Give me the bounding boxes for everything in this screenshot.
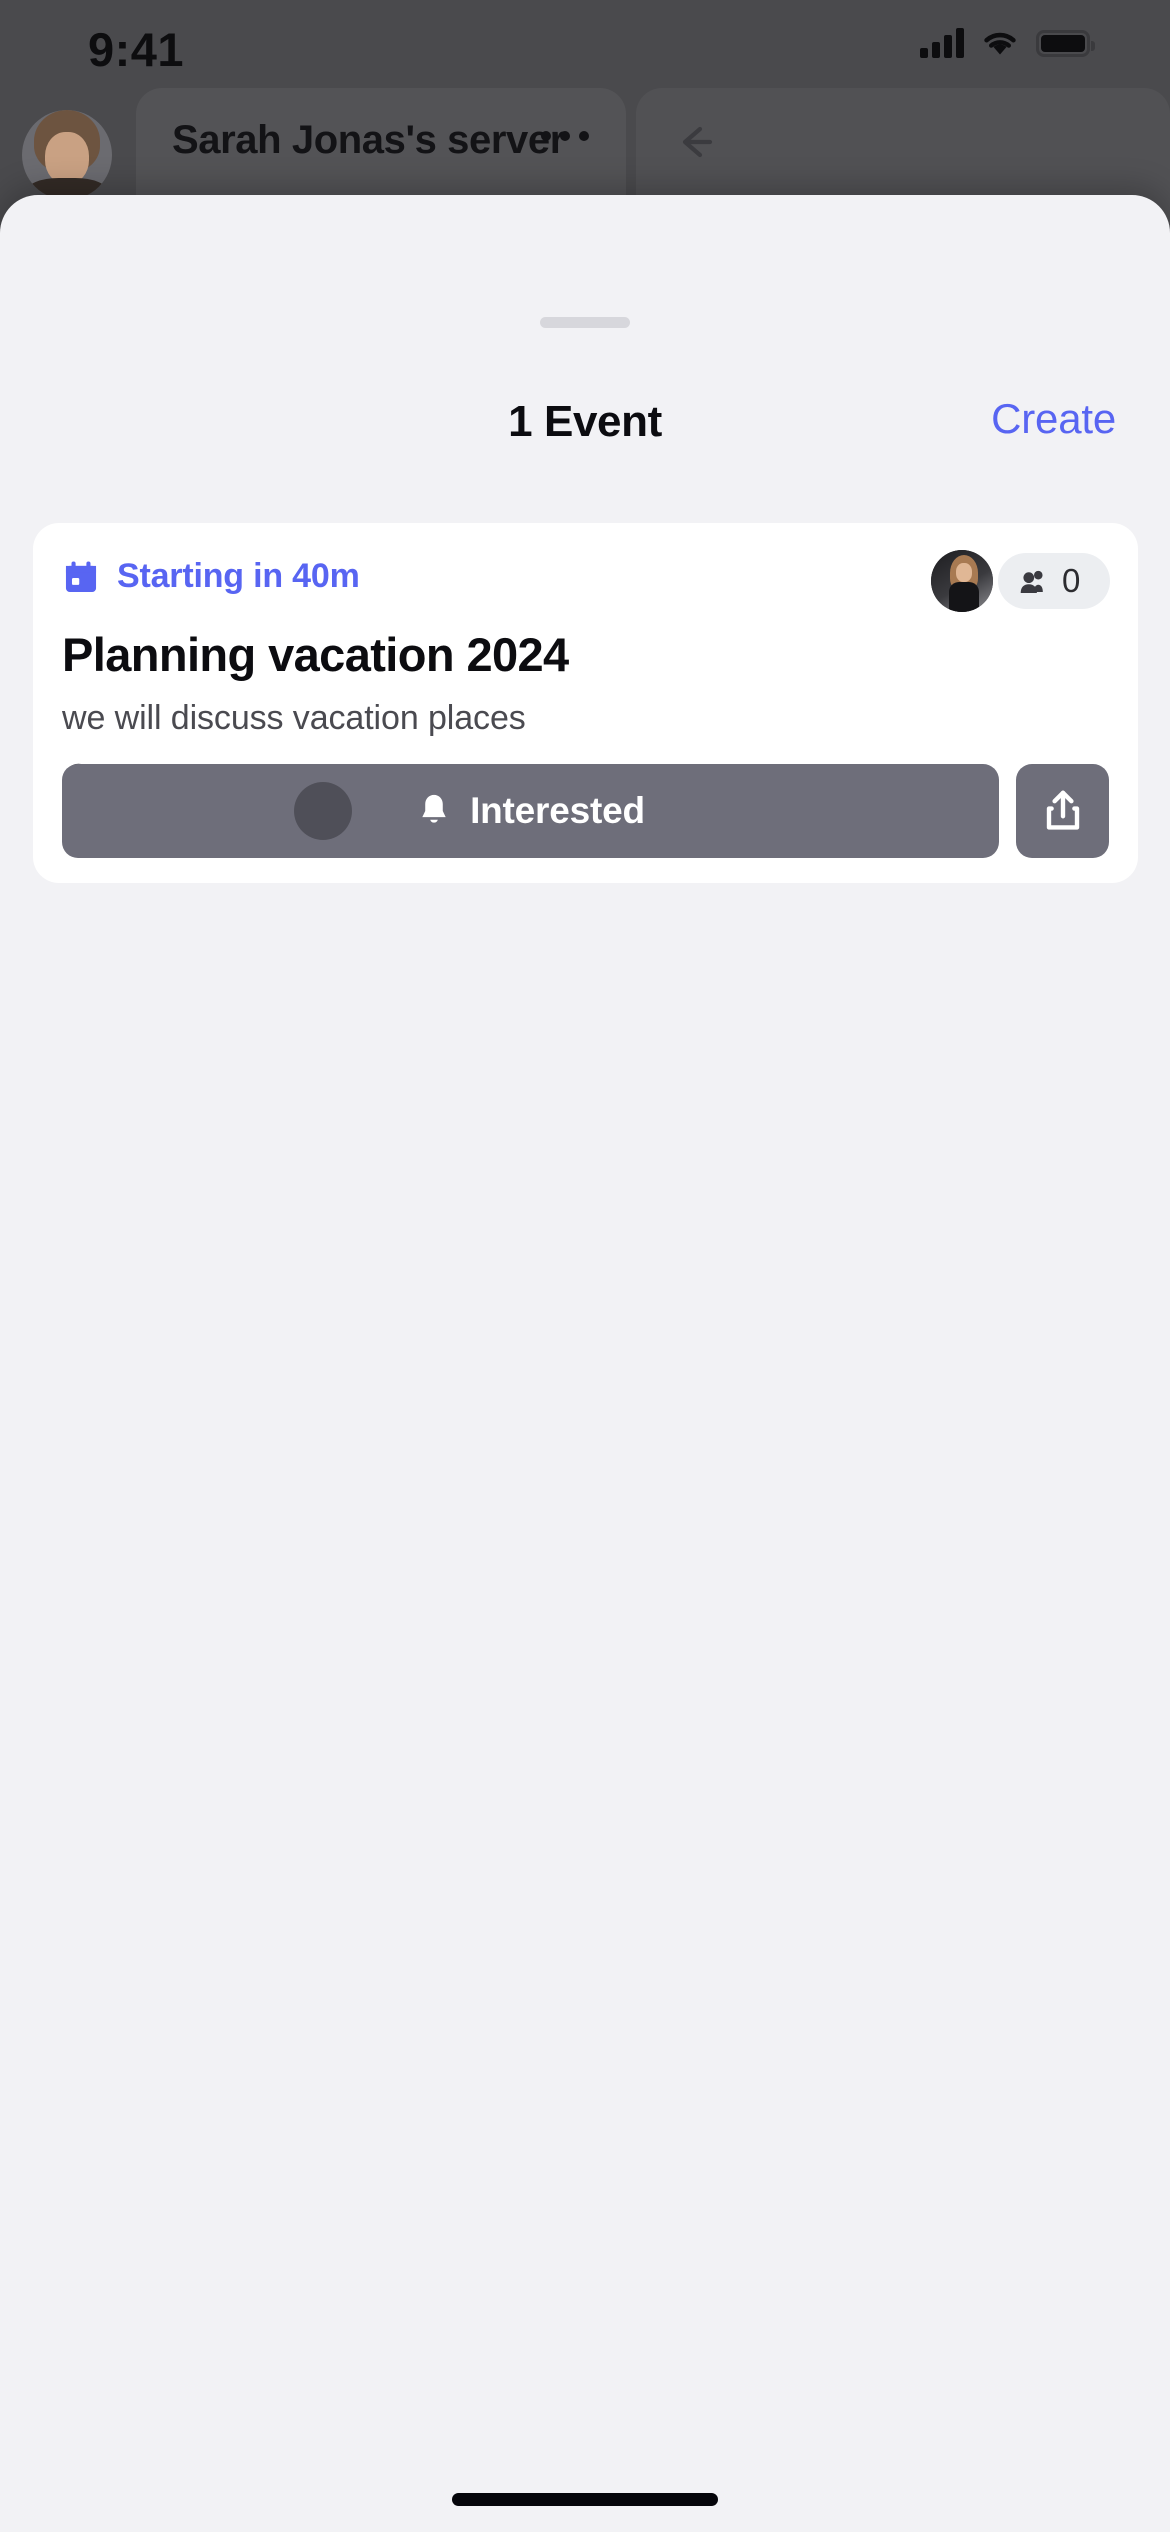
- sheet-header: 1 Event Create: [0, 395, 1170, 459]
- more-horizontal-icon[interactable]: [541, 131, 589, 141]
- events-bottom-sheet: 1 Event Create Starting in 40m 0 Plannin…: [0, 195, 1170, 2532]
- share-button[interactable]: [1016, 764, 1109, 858]
- press-ripple: [294, 782, 352, 840]
- battery-full-icon: [1036, 29, 1095, 57]
- event-time-group: Starting in 40m: [62, 557, 360, 596]
- calendar-icon: [65, 560, 97, 592]
- wifi-icon: [984, 32, 1016, 55]
- event-start-time: Starting in 40m: [117, 557, 360, 595]
- event-actions: Interested: [62, 764, 1109, 858]
- share-icon: [1046, 790, 1079, 830]
- participants-count: 0: [1062, 562, 1081, 599]
- home-indicator: [452, 2493, 718, 2506]
- status-bar-icons: [920, 28, 1095, 58]
- event-card-top-row: Starting in 40m 0: [33, 547, 1138, 612]
- participants-badge[interactable]: 0: [998, 553, 1110, 609]
- phone-screen: 9:41 Sarah Jonas's server 1 Event Create…: [0, 0, 1170, 2532]
- status-bar-time: 9:41: [88, 23, 185, 76]
- interested-button[interactable]: Interested: [62, 764, 999, 858]
- host-avatar[interactable]: [931, 550, 993, 612]
- interested-label: Interested: [470, 790, 645, 831]
- event-title: Planning vacation 2024: [62, 628, 569, 681]
- create-button[interactable]: Create: [991, 395, 1116, 443]
- avatar: [22, 110, 112, 200]
- event-description: we will discuss vacation places: [62, 699, 526, 737]
- server-name: Sarah Jonas's server: [172, 118, 565, 162]
- status-bar: 9:41: [0, 0, 1170, 100]
- people-icon: [1020, 570, 1043, 593]
- cellular-bars-icon: [920, 28, 964, 58]
- drag-handle[interactable]: [540, 317, 630, 328]
- event-card[interactable]: Starting in 40m 0 Planning vacation 2024: [33, 523, 1138, 883]
- bell-icon: [422, 794, 446, 823]
- arrow-left-icon[interactable]: [670, 118, 718, 166]
